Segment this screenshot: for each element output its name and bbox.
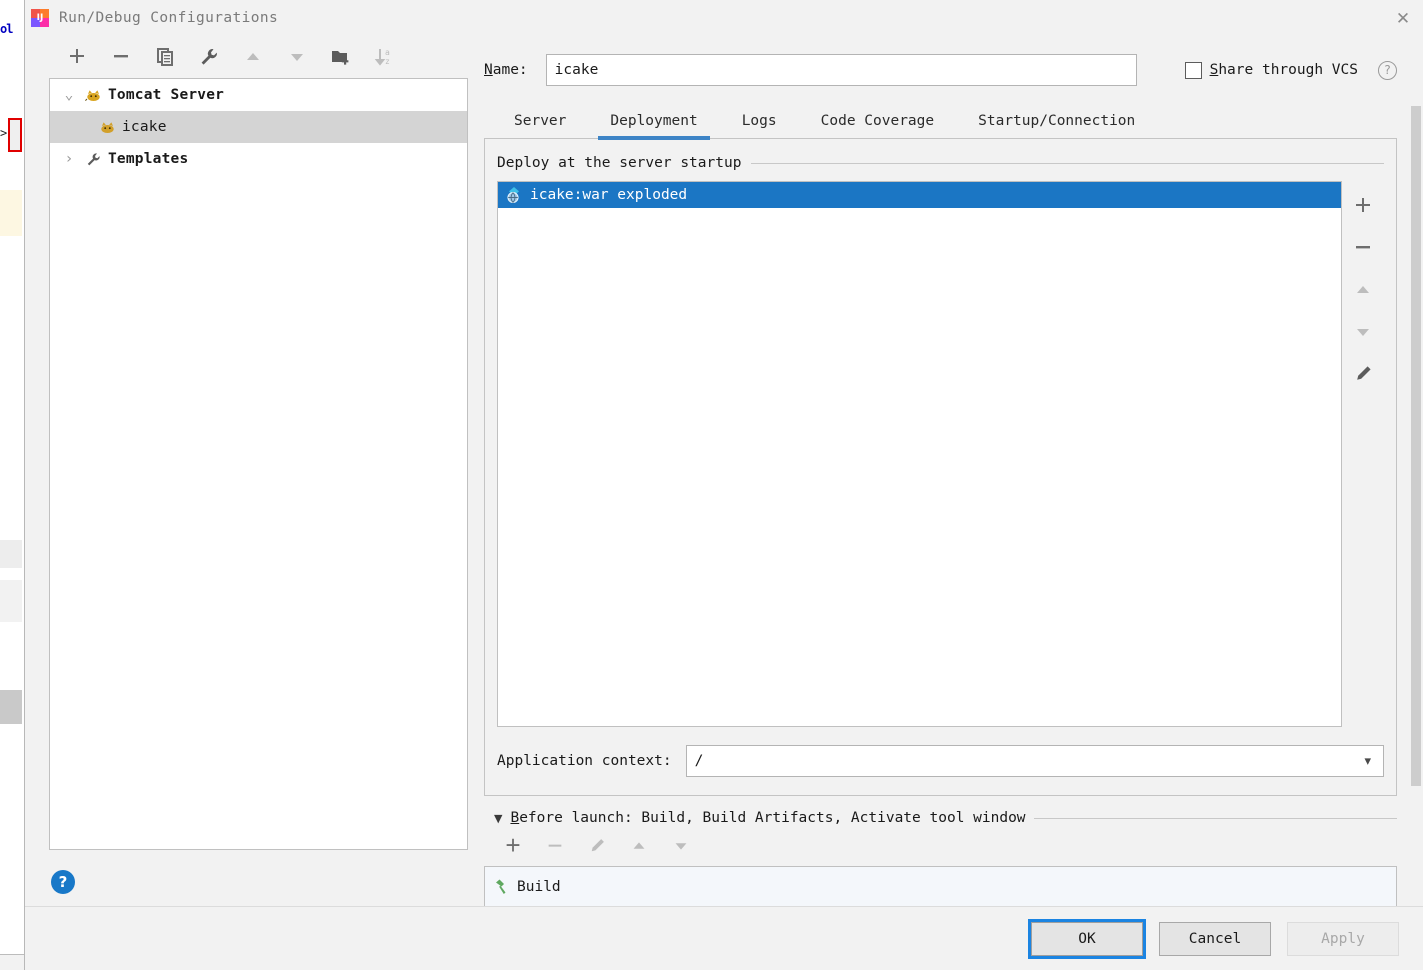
background-highlight-band bbox=[0, 190, 22, 236]
configurations-toolbar: a z bbox=[25, 36, 468, 78]
add-task-button[interactable] bbox=[492, 830, 534, 862]
tree-item-tomcat-server[interactable]: ⌄ Tomcat Server bbox=[50, 79, 467, 111]
intellij-idea-icon: IJ bbox=[31, 9, 49, 27]
wrench-icon bbox=[82, 151, 104, 168]
background-code-text: ol bbox=[0, 22, 13, 36]
dialog-title-bar: IJ Run/Debug Configurations ✕ bbox=[25, 0, 1423, 36]
background-error-highlight bbox=[8, 118, 22, 152]
add-artifact-button[interactable] bbox=[1343, 185, 1383, 227]
section-divider bbox=[1033, 817, 1397, 819]
apply-button[interactable]: Apply bbox=[1287, 921, 1399, 956]
help-button[interactable]: ? bbox=[51, 870, 75, 894]
before-launch-task-list[interactable]: Build bbox=[484, 866, 1397, 906]
configurations-left-pane: a z ⌄ Tomcat Server icake › Templates ? bbox=[25, 36, 468, 906]
tree-item-icake[interactable]: icake bbox=[50, 111, 467, 143]
dialog-footer: OK Cancel Apply bbox=[25, 906, 1423, 970]
dialog-body: a z ⌄ Tomcat Server icake › Templates ? … bbox=[25, 36, 1423, 906]
deployment-artifact-list[interactable]: icake:war exploded bbox=[497, 181, 1342, 727]
artifact-icon bbox=[504, 186, 526, 204]
tab-startup-connection[interactable]: Startup/Connection bbox=[956, 113, 1157, 139]
move-artifact-down-button[interactable] bbox=[1343, 311, 1383, 353]
move-up-button[interactable] bbox=[231, 40, 275, 74]
task-label: Build bbox=[517, 878, 561, 895]
scrollbar-thumb[interactable] bbox=[1411, 106, 1421, 786]
hammer-icon bbox=[493, 878, 517, 896]
tree-item-label: Tomcat Server bbox=[108, 87, 225, 103]
svg-text:a: a bbox=[385, 48, 390, 57]
name-input[interactable]: icake bbox=[545, 54, 1137, 86]
move-artifact-up-button[interactable] bbox=[1343, 269, 1383, 311]
svg-text:z: z bbox=[385, 57, 390, 66]
tab-code-coverage[interactable]: Code Coverage bbox=[799, 113, 957, 139]
edit-artifact-button[interactable] bbox=[1343, 353, 1383, 395]
sort-configurations-button[interactable]: a z bbox=[363, 40, 407, 74]
cancel-button[interactable]: Cancel bbox=[1159, 921, 1271, 956]
tab-deployment[interactable]: Deployment bbox=[588, 113, 719, 140]
application-context-value: / bbox=[694, 753, 704, 769]
before-launch-section: ▼ Before launch: Build, Build Artifacts,… bbox=[484, 796, 1397, 906]
move-task-down-button[interactable] bbox=[660, 830, 702, 862]
share-through-vcs-checkbox[interactable] bbox=[1184, 61, 1202, 79]
deployment-tab-panel: Deploy at the server startup icake:war e… bbox=[484, 138, 1397, 796]
tab-logs[interactable]: Logs bbox=[720, 113, 799, 139]
background-caret-marker: > bbox=[0, 126, 8, 140]
background-panel-c bbox=[0, 690, 22, 724]
deploy-section-header: Deploy at the server startup bbox=[497, 155, 1384, 171]
name-row: Name: icake Share through VCS ? bbox=[484, 36, 1397, 96]
edit-templates-button[interactable] bbox=[187, 40, 231, 74]
chevron-down-icon[interactable]: ▾ bbox=[1364, 754, 1377, 769]
share-through-vcs-label[interactable]: Share through VCS bbox=[1210, 62, 1358, 78]
deployment-area: icake:war exploded bbox=[497, 181, 1384, 727]
configuration-tabs: Server Deployment Logs Code Coverage Sta… bbox=[484, 96, 1397, 140]
tab-server[interactable]: Server bbox=[492, 113, 588, 139]
configurations-tree[interactable]: ⌄ Tomcat Server icake › Templates bbox=[49, 78, 468, 850]
section-divider bbox=[751, 162, 1384, 164]
configuration-editor-pane: Name: icake Share through VCS ? Server D… bbox=[468, 36, 1423, 906]
close-icon[interactable]: ✕ bbox=[1393, 9, 1413, 29]
vertical-scrollbar[interactable] bbox=[1409, 96, 1423, 840]
application-context-combobox[interactable]: / ▾ bbox=[685, 745, 1384, 777]
background-panel-a bbox=[0, 540, 22, 568]
application-context-label: Application context: bbox=[497, 753, 672, 769]
dialog-title: Run/Debug Configurations bbox=[59, 10, 279, 26]
list-item-label: icake:war exploded bbox=[530, 187, 688, 203]
ok-button[interactable]: OK bbox=[1028, 918, 1146, 959]
before-launch-toolbar bbox=[484, 826, 1397, 866]
tree-item-label: Templates bbox=[108, 151, 189, 167]
deploy-section-title: Deploy at the server startup bbox=[497, 155, 742, 171]
remove-task-button[interactable] bbox=[534, 830, 576, 862]
run-debug-configurations-dialog: IJ Run/Debug Configurations ✕ a z ⌄ Tomc… bbox=[24, 0, 1423, 970]
add-configuration-button[interactable] bbox=[55, 40, 99, 74]
name-label: Name: bbox=[484, 62, 528, 78]
background-ide-window: ol > bbox=[0, 0, 24, 970]
background-status-bar bbox=[0, 954, 24, 970]
move-down-button[interactable] bbox=[275, 40, 319, 74]
chevron-down-icon[interactable]: ⌄ bbox=[56, 87, 82, 103]
chevron-right-icon[interactable]: › bbox=[56, 151, 82, 167]
before-launch-title: Before launch: Build, Build Artifacts, A… bbox=[510, 810, 1026, 826]
tomcat-icon bbox=[96, 119, 118, 136]
tomcat-icon bbox=[82, 87, 104, 104]
application-context-row: Application context: / ▾ bbox=[497, 745, 1384, 777]
copy-configuration-button[interactable] bbox=[143, 40, 187, 74]
edit-task-button[interactable] bbox=[576, 830, 618, 862]
before-launch-header[interactable]: ▼ Before launch: Build, Build Artifacts,… bbox=[484, 810, 1397, 826]
tree-item-label: icake bbox=[122, 119, 167, 135]
deployment-side-toolbar bbox=[1342, 181, 1384, 727]
new-folder-button[interactable] bbox=[319, 40, 363, 74]
triangle-down-icon[interactable]: ▼ bbox=[494, 812, 502, 825]
move-task-up-button[interactable] bbox=[618, 830, 660, 862]
background-panel-b bbox=[0, 580, 22, 622]
share-through-vcs-group: Share through VCS ? bbox=[1184, 60, 1397, 80]
remove-configuration-button[interactable] bbox=[99, 40, 143, 74]
list-item[interactable]: icake:war exploded bbox=[498, 182, 1341, 208]
name-input-value: icake bbox=[554, 62, 599, 78]
help-icon[interactable]: ? bbox=[1378, 60, 1397, 80]
tree-item-templates[interactable]: › Templates bbox=[50, 143, 467, 175]
remove-artifact-button[interactable] bbox=[1343, 227, 1383, 269]
